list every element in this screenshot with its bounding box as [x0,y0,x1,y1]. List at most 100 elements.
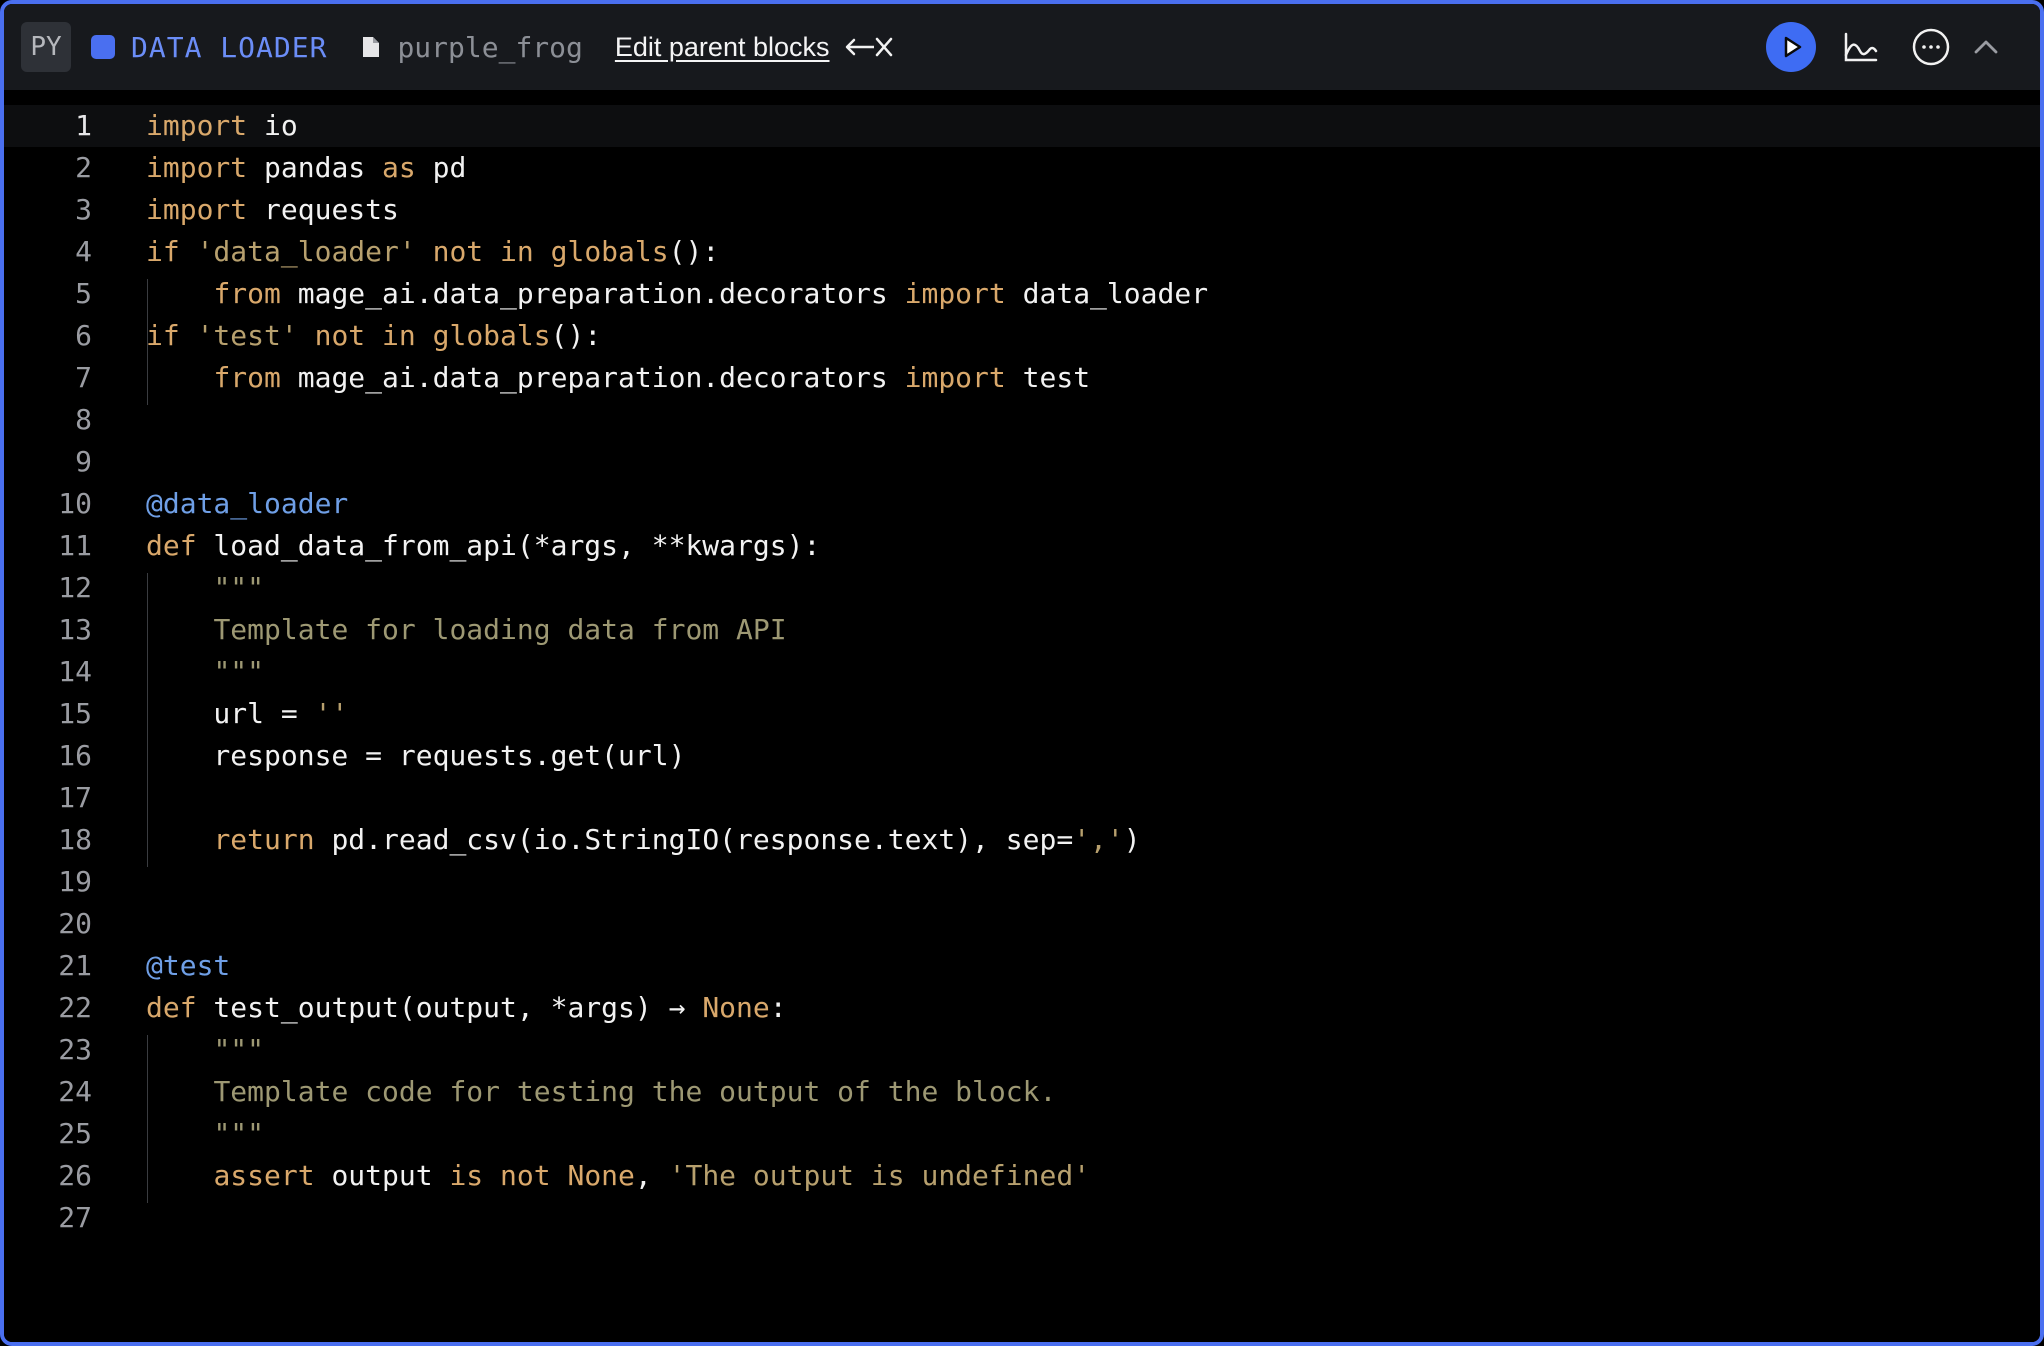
line-number: 3 [75,193,92,226]
code-text: return pd.read_csv(io.StringIO(response.… [146,819,1141,861]
line-number: 9 [75,445,92,478]
code-token: if [146,319,180,352]
code-token: output [314,1159,450,1192]
code-token: ) [1123,823,1141,856]
code-line[interactable]: 16 response = requests.get(url) [4,735,2040,777]
code-token: as [382,151,416,184]
code-token: def [146,529,197,562]
code-line[interactable]: 4 if 'data_loader' not in globals(): [4,231,2040,273]
code-line[interactable]: 23 """ [4,1029,2040,1071]
indent-guide [147,1035,148,1203]
code-line[interactable]: 12 """ [4,567,2040,609]
code-token: Template for loading data from API [213,613,787,646]
code-line[interactable]: 1 import io [4,105,2040,147]
code-line[interactable]: 9 [4,441,2040,483]
code-token: globals [432,319,551,352]
line-number: 20 [58,907,92,940]
code-token: return [213,823,315,856]
code-line[interactable]: 3 import requests [4,189,2040,231]
code-token: @data_loader [146,487,349,520]
play-icon [1784,36,1802,58]
code-line[interactable]: 24 Template code for testing the output … [4,1071,2040,1113]
line-number: 15 [58,697,92,730]
code-line[interactable]: 22 def test_output(output, *args) → None: [4,987,2040,1029]
code-token: import [904,361,1006,394]
code-token: requests [247,193,399,226]
code-token: : [769,991,787,1024]
code-token: not in [432,235,534,268]
code-token: url = [146,697,315,730]
code-text: def test_output(output, *args) → None: [146,987,787,1029]
code-token: mage_ai.data_preparation.decorators [280,361,905,394]
code-token: """ [213,571,265,604]
code-token: 'data_loader' [196,235,416,268]
code-line[interactable]: 6 if 'test' not in globals(): [4,315,2040,357]
indent-guide [147,363,148,405]
code-line[interactable]: 5 from mage_ai.data_preparation.decorato… [4,273,2040,315]
code-block: PY DATA LOADER purple_frog Edit parent b… [0,0,2044,1346]
code-token: load_data_from_api(*args, **kwargs): [196,529,821,562]
line-number: 8 [75,403,92,436]
code-line[interactable]: 18 return pd.read_csv(io.StringIO(respon… [4,819,2040,861]
chevron-up-icon [1974,40,1998,54]
code-text: if 'data_loader' not in globals(): [146,231,719,273]
code-line[interactable]: 14 """ [4,651,2040,693]
code-line[interactable]: 10 @data_loader [4,483,2040,525]
language-badge[interactable]: PY [21,22,71,72]
code-token: None [702,991,770,1024]
line-number: 11 [58,529,92,562]
code-line[interactable]: 13 Template for loading data from API [4,609,2040,651]
code-token: from [213,361,281,394]
code-token: """ [213,655,265,688]
code-token: io [247,109,298,142]
code-token: test_output(output, *args) → [196,991,703,1024]
code-line[interactable]: 7 from mage_ai.data_preparation.decorato… [4,357,2040,399]
code-line[interactable]: 15 url = '' [4,693,2040,735]
code-text: import pandas as pd [146,147,466,189]
code-line[interactable]: 21 @test [4,945,2040,987]
code-line[interactable]: 26 assert output is not None, 'The outpu… [4,1155,2040,1197]
line-number: 26 [58,1159,92,1192]
code-text: assert output is not None, 'The output i… [146,1155,1090,1197]
code-token: import [904,277,1006,310]
code-line[interactable]: 25 """ [4,1113,2040,1155]
line-number: 24 [58,1075,92,1108]
code-token: data_loader [1005,277,1209,310]
chart-button[interactable] [1836,22,1886,72]
code-token: ',' [1073,823,1124,856]
line-number: 6 [75,319,92,352]
code-text: """ [146,1113,264,1155]
code-line[interactable]: 19 [4,861,2040,903]
more-options-button[interactable] [1906,22,1956,72]
run-button[interactable] [1766,22,1816,72]
code-line[interactable]: 20 [4,903,2040,945]
collapse-button[interactable] [1966,22,2006,72]
line-number: 23 [58,1033,92,1066]
code-text: url = '' [146,693,348,735]
chart-icon [1844,32,1878,62]
line-number: 27 [58,1201,92,1234]
block-name[interactable]: purple_frog [397,31,582,64]
code-line[interactable]: 11 def load_data_from_api(*args, **kwargs… [4,525,2040,567]
code-line[interactable]: 8 [4,399,2040,441]
line-number: 22 [58,991,92,1024]
code-line[interactable]: 17 [4,777,2040,819]
edit-parent-blocks-link[interactable]: Edit parent blocks [615,32,830,63]
code-line[interactable]: 27 [4,1197,2040,1239]
code-editor[interactable]: 27 26 assert output is not None, 'The out… [4,90,2040,1342]
line-number: 16 [58,739,92,772]
line-number: 10 [58,487,92,520]
code-token: 'The output is undefined' [668,1159,1091,1192]
code-line[interactable]: 2 import pandas as pd [4,147,2040,189]
arrow-left-close-icon[interactable] [844,32,896,62]
